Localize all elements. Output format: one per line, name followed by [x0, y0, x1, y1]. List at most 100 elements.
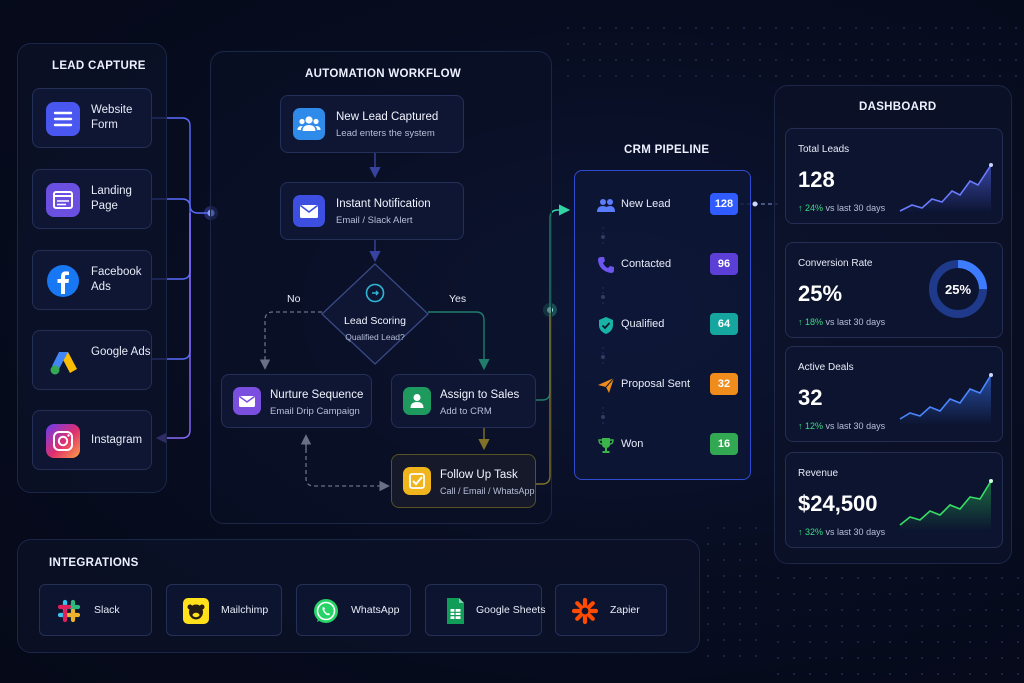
crm-stage-contacted[interactable]: Contacted 96: [587, 246, 738, 284]
metric-delta: ↑ 18% vs last 30 days: [798, 317, 886, 327]
integration-label: Zapier: [610, 604, 640, 616]
crm-stage-label: Won: [621, 438, 644, 450]
facebook-icon: [46, 264, 80, 298]
integration-zapier[interactable]: Zapier: [555, 584, 667, 636]
workflow-title: AUTOMATION WORKFLOW: [305, 68, 462, 80]
user-icon: [403, 387, 431, 415]
node-subtitle: Call / Email / WhatsApp: [440, 486, 535, 496]
lead-source-label: Instagram: [91, 434, 143, 446]
crm-pipeline-panel: New Lead 128 Contacted 96 Qualified 64 P…: [574, 170, 751, 480]
shield-check-icon: [599, 317, 613, 334]
metric-value: 25%: [798, 281, 843, 306]
node-subtitle: Add to CRM: [440, 406, 492, 417]
lead-source-instagram[interactable]: Instagram: [32, 410, 152, 470]
checkbox-icon: [403, 467, 431, 495]
metric-delta-value: 18%: [805, 317, 824, 327]
metric-delta-period: vs last 30 days: [825, 421, 886, 431]
metric-title: Revenue: [798, 468, 839, 479]
users-icon: [597, 199, 615, 212]
integration-slack[interactable]: Slack: [39, 584, 152, 636]
crm-stage-count: 96: [710, 253, 738, 275]
integration-whatsapp[interactable]: WhatsApp: [296, 584, 411, 636]
metric-delta: ↑ 32% vs last 30 days: [798, 527, 886, 537]
dashboard-panel: DASHBOARD Total Leads 128 ↑ 24% vs last …: [774, 85, 1012, 564]
conversion-donut: 25%: [929, 260, 987, 318]
instagram-icon: [46, 424, 80, 458]
mail-icon: [233, 387, 261, 415]
sparkline: [899, 479, 993, 531]
slack-icon: [57, 599, 81, 623]
no-branch-label: No: [287, 293, 301, 305]
crm-stage-label: Qualified: [621, 318, 665, 330]
crm-stage-proposal-sent[interactable]: Proposal Sent 32: [587, 366, 738, 404]
metric-conversion-rate[interactable]: Conversion Rate 25% ↑ 18% vs last 30 day…: [785, 242, 1003, 338]
node-subtitle: Email / Slack Alert: [336, 215, 413, 226]
mailchimp-icon: [183, 598, 209, 624]
paper-plane-icon: [598, 377, 615, 393]
node-subtitle: Lead enters the system: [336, 128, 435, 139]
integration-google-sheets[interactable]: Google Sheets: [425, 584, 546, 636]
crm-stage-won[interactable]: Won 16: [587, 426, 738, 464]
node-title: Instant Notification: [336, 198, 431, 210]
integration-label: Mailchimp: [221, 604, 269, 616]
nurture-sequence-node[interactable]: Nurture Sequence Email Drip Campaign: [221, 374, 372, 428]
lead-scoring-diamond[interactable]: [320, 262, 430, 366]
integration-mailchimp[interactable]: Mailchimp: [166, 584, 282, 636]
sparkline: [899, 163, 993, 213]
lead-source-google-ads[interactable]: Google Ads: [32, 330, 152, 390]
integration-label: WhatsApp: [351, 604, 400, 616]
users-icon: [293, 108, 325, 140]
trophy-icon: [598, 438, 614, 453]
follow-up-task-node[interactable]: Follow Up Task Call / Email / WhatsApp: [391, 454, 536, 508]
lead-source-website-form[interactable]: Website Form: [32, 88, 152, 148]
metric-delta: ↑ 12% vs last 30 days: [798, 421, 886, 431]
google-sheets-icon: [447, 598, 464, 624]
metric-delta-value: 24%: [805, 203, 824, 213]
metric-title: Conversion Rate: [798, 258, 873, 269]
metric-delta-period: vs last 30 days: [825, 317, 886, 327]
form-icon: [46, 102, 80, 136]
integrations-panel: INTEGRATIONS Slack Mailchimp WhatsApp Go…: [17, 539, 700, 653]
crm-stage-new-lead[interactable]: New Lead 128: [587, 186, 738, 224]
instant-notification-node[interactable]: Instant Notification Email / Slack Alert: [280, 182, 464, 240]
new-lead-captured-node[interactable]: New Lead Captured Lead enters the system: [280, 95, 464, 153]
assign-to-sales-node[interactable]: Assign to Sales Add to CRM: [391, 374, 536, 428]
crm-pipeline-title: CRM PIPELINE: [624, 144, 710, 156]
page-icon: [46, 183, 80, 217]
phone-icon: [598, 257, 614, 273]
metric-delta: ↑ 24% vs last 30 days: [798, 203, 886, 213]
lead-source-landing-page[interactable]: Landing Page: [32, 169, 152, 229]
whatsapp-icon: [314, 599, 338, 623]
metric-revenue[interactable]: Revenue $24,500 ↑ 32% vs last 30 days: [785, 452, 1003, 548]
metric-delta-value: 12%: [805, 421, 824, 431]
metric-delta-value: 32%: [805, 527, 824, 537]
crm-stage-count: 64: [710, 313, 738, 335]
crm-stage-count: 16: [710, 433, 738, 455]
sparkline: [899, 373, 993, 425]
node-title: Assign to Sales: [440, 389, 520, 401]
google-ads-icon: [46, 344, 80, 378]
mail-icon: [293, 195, 325, 227]
node-subtitle: Email Drip Campaign: [270, 406, 360, 417]
crm-stage-label: Contacted: [621, 258, 672, 270]
metric-title: Active Deals: [798, 362, 854, 373]
dashboard-title: DASHBOARD: [859, 101, 937, 113]
crm-stage-count: 32: [710, 373, 738, 395]
zapier-icon: [571, 597, 599, 625]
crm-stage-count: 128: [710, 193, 738, 215]
lead-source-label: Landing Page: [91, 185, 132, 212]
crm-stage-label: New Lead: [621, 198, 671, 210]
integration-label: Google Sheets: [476, 604, 546, 616]
crm-stage-qualified[interactable]: Qualified 64: [587, 306, 738, 344]
metric-delta-period: vs last 30 days: [825, 527, 886, 537]
node-title: Follow Up Task: [440, 469, 518, 481]
metric-delta-period: vs last 30 days: [825, 203, 886, 213]
lead-source-facebook-ads[interactable]: Facebook Ads: [32, 250, 152, 310]
metric-active-deals[interactable]: Active Deals 32 ↑ 12% vs last 30 days: [785, 346, 1003, 442]
metric-value: 128: [798, 167, 835, 192]
metric-total-leads[interactable]: Total Leads 128 ↑ 24% vs last 30 days: [785, 128, 1003, 224]
lead-source-label: Facebook Ads: [91, 266, 142, 293]
node-title: Nurture Sequence: [270, 389, 364, 401]
lead-capture-title: LEAD CAPTURE: [52, 60, 146, 72]
yes-branch-label: Yes: [449, 293, 467, 305]
